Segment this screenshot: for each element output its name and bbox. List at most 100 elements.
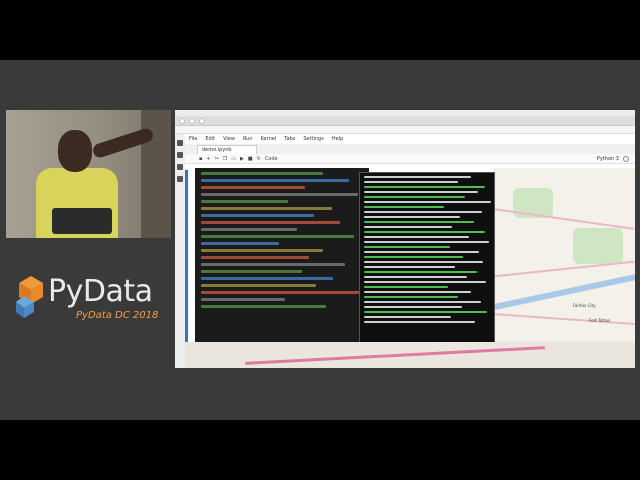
terminal-line [364, 276, 468, 278]
terminal-line [364, 176, 472, 178]
terminal-line [364, 271, 477, 273]
presentation-stage: PyData PyData DC 2018 File Edit View Run… [0, 60, 640, 420]
kernel-status-icon [623, 156, 629, 162]
code-line [201, 179, 349, 182]
tab-demo-notebook[interactable]: demo.ipynb [197, 145, 257, 154]
terminal-line [364, 196, 465, 198]
map-label: Fort Totten [589, 318, 611, 323]
speaker-head [58, 130, 92, 172]
map-park [573, 228, 623, 264]
menu-run[interactable]: Run [243, 136, 253, 142]
code-line [201, 284, 316, 287]
terminal-line [364, 291, 472, 293]
add-cell-icon[interactable]: + [206, 156, 210, 162]
menu-view[interactable]: View [223, 136, 235, 142]
terminal-line [364, 186, 485, 188]
copy-icon[interactable]: ❐ [223, 156, 227, 162]
terminal-line [364, 316, 452, 318]
file-browser-icon[interactable] [177, 140, 183, 146]
terminal-line [364, 306, 462, 308]
menu-help[interactable]: Help [332, 136, 343, 142]
menu-file[interactable]: File [189, 136, 197, 142]
code-line [201, 214, 315, 217]
terminal-line [364, 236, 469, 238]
stop-icon[interactable]: ■ [248, 156, 253, 162]
save-icon[interactable]: ▪ [199, 156, 202, 162]
terminal-line [364, 251, 480, 253]
code-line [201, 249, 323, 252]
terminal-line [364, 256, 464, 258]
run-icon[interactable]: ▶ [240, 156, 244, 162]
cell-type-select[interactable]: Code [265, 156, 278, 162]
terminal-line [364, 266, 456, 268]
code-line [201, 221, 341, 224]
code-line [201, 277, 334, 280]
code-line [201, 186, 306, 189]
terminal-line [364, 181, 458, 183]
code-line [201, 305, 327, 308]
menu-tabs[interactable]: Tabs [284, 136, 295, 142]
conference-name: PyData DC 2018 [76, 310, 159, 321]
window-minimize-icon[interactable] [189, 117, 195, 124]
commands-icon[interactable] [177, 164, 183, 170]
menu-edit[interactable]: Edit [205, 136, 215, 142]
code-line [201, 291, 362, 294]
terminal-line [364, 301, 481, 303]
terminal-line [364, 201, 492, 203]
terminal-line [364, 261, 484, 263]
code-line [201, 242, 280, 245]
terminal-line [364, 246, 450, 248]
terminal-line [364, 286, 449, 288]
code-line [201, 193, 358, 196]
code-cell[interactable] [195, 168, 369, 348]
speaker-laptop [52, 208, 112, 234]
terminal-line [364, 241, 489, 243]
notebook-toolbar: ▪ + ✂ ❐ ▭ ▶ ■ ↻ Code Python 3 [185, 154, 635, 164]
terminal-line [364, 281, 486, 283]
pydata-logo: PyData PyData DC 2018 [16, 266, 166, 326]
terminal-line [364, 226, 453, 228]
browser-tab-bar [175, 116, 635, 126]
extension-icon[interactable] [177, 176, 183, 182]
terminal-window[interactable] [359, 172, 495, 352]
terminal-line [364, 221, 474, 223]
code-line [201, 200, 288, 203]
map-label: Fairfax City [573, 303, 596, 308]
terminal-line [364, 206, 445, 208]
browser-address-bar[interactable] [175, 126, 635, 134]
menu-kernel[interactable]: Kernel [261, 136, 277, 142]
menu-settings[interactable]: Settings [303, 136, 324, 142]
code-line [201, 172, 323, 175]
terminal-line [364, 216, 461, 218]
running-icon[interactable] [177, 152, 183, 158]
map-output[interactable]: Fairfax City Fort Totten [493, 168, 635, 364]
code-line [201, 263, 346, 266]
code-line [201, 256, 309, 259]
jupyterlab-menubar: File Edit View Run Kernel Tabs Settings … [185, 134, 635, 144]
terminal-line [364, 231, 485, 233]
map-road [493, 260, 635, 278]
terminal-line [364, 296, 458, 298]
code-line [201, 270, 302, 273]
terminal-line [364, 211, 482, 213]
code-line [201, 235, 355, 238]
code-line [201, 298, 285, 301]
shared-screen: File Edit View Run Kernel Tabs Settings … [175, 110, 635, 368]
restart-icon[interactable]: ↻ [257, 156, 261, 162]
map-highway [245, 346, 545, 365]
terminal-line [364, 321, 476, 323]
map-output-lower[interactable] [185, 342, 635, 368]
code-line [201, 207, 332, 210]
cut-icon[interactable]: ✂ [215, 156, 219, 162]
kernel-name: Python 3 [596, 156, 619, 162]
paste-icon[interactable]: ▭ [231, 156, 236, 162]
window-close-icon[interactable] [179, 117, 185, 124]
pydata-logo-text: PyData [48, 274, 153, 309]
active-cell-indicator [185, 170, 188, 350]
speaker-video [6, 110, 171, 238]
pydata-cubes-icon [16, 276, 43, 318]
terminal-line [364, 191, 478, 193]
window-maximize-icon[interactable] [199, 117, 205, 124]
map-road [493, 208, 635, 230]
terminal-line [364, 311, 488, 313]
